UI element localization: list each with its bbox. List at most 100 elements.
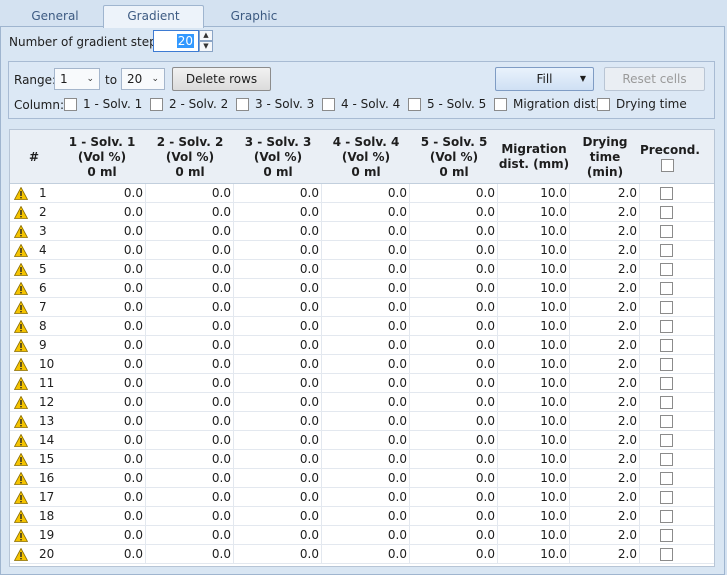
precond-checkbox[interactable] [660,529,673,542]
spin-up-icon[interactable]: ▲ [199,30,213,41]
cell-s4[interactable]: 0.0 [322,317,410,336]
table-row[interactable]: 17 0.0 0.0 0.0 0.0 0.0 10.0 2.0 [10,488,714,507]
cell-s5[interactable]: 0.0 [410,412,498,431]
precond-checkbox[interactable] [660,263,673,276]
header-migration[interactable]: Migration dist. (mm) [498,130,570,184]
cell-s5[interactable]: 0.0 [410,526,498,545]
cell-mig[interactable]: 10.0 [498,184,570,203]
cell-s3[interactable]: 0.0 [234,336,322,355]
cell-s2[interactable]: 0.0 [146,260,234,279]
checkbox[interactable] [494,97,507,111]
cell-mig[interactable]: 10.0 [498,241,570,260]
table-row[interactable]: 20 0.0 0.0 0.0 0.0 0.0 10.0 2.0 [10,545,714,564]
cell-mig[interactable]: 10.0 [498,355,570,374]
checkbox[interactable] [597,97,610,111]
column-check-solv3[interactable]: 3 - Solv. 3 [236,97,314,111]
cell-s4[interactable]: 0.0 [322,374,410,393]
cell-s1[interactable]: 0.0 [58,374,146,393]
cell-dry[interactable]: 2.0 [570,203,640,222]
cell-s1[interactable]: 0.0 [58,184,146,203]
cell-dry[interactable]: 2.0 [570,222,640,241]
cell-dry[interactable]: 2.0 [570,317,640,336]
cell-s1[interactable]: 0.0 [58,260,146,279]
cell-s4[interactable]: 0.0 [322,469,410,488]
cell-s3[interactable]: 0.0 [234,412,322,431]
cell-mig[interactable]: 10.0 [498,203,570,222]
cell-mig[interactable]: 10.0 [498,393,570,412]
cell-s4[interactable]: 0.0 [322,507,410,526]
cell-s2[interactable]: 0.0 [146,450,234,469]
cell-dry[interactable]: 2.0 [570,507,640,526]
gradient-steps-spinner[interactable]: 20 ▲ ▼ [153,30,213,52]
cell-s1[interactable]: 0.0 [58,222,146,241]
checkbox[interactable] [150,97,163,111]
gradient-steps-input[interactable]: 20 [153,30,199,52]
cell-mig[interactable]: 10.0 [498,317,570,336]
header-solv2[interactable]: 2 - Solv. 2 (Vol %) 0 ml [146,130,234,184]
precond-checkbox[interactable] [660,187,673,200]
fill-button[interactable]: Fill ▼ [495,67,594,91]
cell-dry[interactable]: 2.0 [570,393,640,412]
table-row[interactable]: 8 0.0 0.0 0.0 0.0 0.0 10.0 2.0 [10,317,714,336]
cell-s5[interactable]: 0.0 [410,317,498,336]
cell-s1[interactable]: 0.0 [58,393,146,412]
cell-mig[interactable]: 10.0 [498,412,570,431]
cell-s5[interactable]: 0.0 [410,241,498,260]
tab-gradient[interactable]: Gradient [103,5,204,28]
cell-mig[interactable]: 10.0 [498,222,570,241]
cell-mig[interactable]: 10.0 [498,374,570,393]
cell-s4[interactable]: 0.0 [322,336,410,355]
table-row[interactable]: 10 0.0 0.0 0.0 0.0 0.0 10.0 2.0 [10,355,714,374]
table-row[interactable]: 13 0.0 0.0 0.0 0.0 0.0 10.0 2.0 [10,412,714,431]
precond-checkbox[interactable] [660,377,673,390]
cell-s3[interactable]: 0.0 [234,279,322,298]
column-check-solv2[interactable]: 2 - Solv. 2 [150,97,228,111]
column-check-drying[interactable]: Drying time [597,97,687,111]
cell-s5[interactable]: 0.0 [410,488,498,507]
cell-dry[interactable]: 2.0 [570,431,640,450]
range-to-select[interactable]: 20 ⌄ [121,68,165,90]
precond-checkbox[interactable] [660,320,673,333]
precond-checkbox[interactable] [660,206,673,219]
precond-checkbox[interactable] [660,358,673,371]
cell-s1[interactable]: 0.0 [58,412,146,431]
cell-s3[interactable]: 0.0 [234,374,322,393]
precond-checkbox[interactable] [660,415,673,428]
cell-s5[interactable]: 0.0 [410,450,498,469]
cell-dry[interactable]: 2.0 [570,241,640,260]
cell-dry[interactable]: 2.0 [570,412,640,431]
cell-s2[interactable]: 0.0 [146,241,234,260]
table-row[interactable]: 9 0.0 0.0 0.0 0.0 0.0 10.0 2.0 [10,336,714,355]
cell-s1[interactable]: 0.0 [58,488,146,507]
cell-dry[interactable]: 2.0 [570,279,640,298]
checkbox[interactable] [322,97,335,111]
cell-s5[interactable]: 0.0 [410,336,498,355]
cell-s4[interactable]: 0.0 [322,241,410,260]
precond-checkbox[interactable] [660,282,673,295]
cell-s1[interactable]: 0.0 [58,355,146,374]
delete-rows-button[interactable]: Delete rows [172,67,271,91]
range-from-select[interactable]: 1 ⌄ [54,68,100,90]
column-check-migration[interactable]: Migration dist. [494,97,599,111]
cell-s4[interactable]: 0.0 [322,450,410,469]
cell-mig[interactable]: 10.0 [498,469,570,488]
cell-s1[interactable]: 0.0 [58,279,146,298]
table-row[interactable]: 6 0.0 0.0 0.0 0.0 0.0 10.0 2.0 [10,279,714,298]
cell-s3[interactable]: 0.0 [234,393,322,412]
header-solv5[interactable]: 5 - Solv. 5 (Vol %) 0 ml [410,130,498,184]
table-row[interactable]: 19 0.0 0.0 0.0 0.0 0.0 10.0 2.0 [10,526,714,545]
cell-s1[interactable]: 0.0 [58,545,146,564]
cell-s4[interactable]: 0.0 [322,279,410,298]
cell-mig[interactable]: 10.0 [498,279,570,298]
cell-s3[interactable]: 0.0 [234,545,322,564]
cell-mig[interactable]: 10.0 [498,488,570,507]
table-row[interactable]: 11 0.0 0.0 0.0 0.0 0.0 10.0 2.0 [10,374,714,393]
cell-dry[interactable]: 2.0 [570,488,640,507]
cell-s2[interactable]: 0.0 [146,374,234,393]
header-solv4[interactable]: 4 - Solv. 4 (Vol %) 0 ml [322,130,410,184]
cell-s4[interactable]: 0.0 [322,393,410,412]
precond-checkbox[interactable] [660,225,673,238]
cell-mig[interactable]: 10.0 [498,545,570,564]
header-solv1[interactable]: 1 - Solv. 1 (Vol %) 0 ml [58,130,146,184]
cell-mig[interactable]: 10.0 [498,336,570,355]
